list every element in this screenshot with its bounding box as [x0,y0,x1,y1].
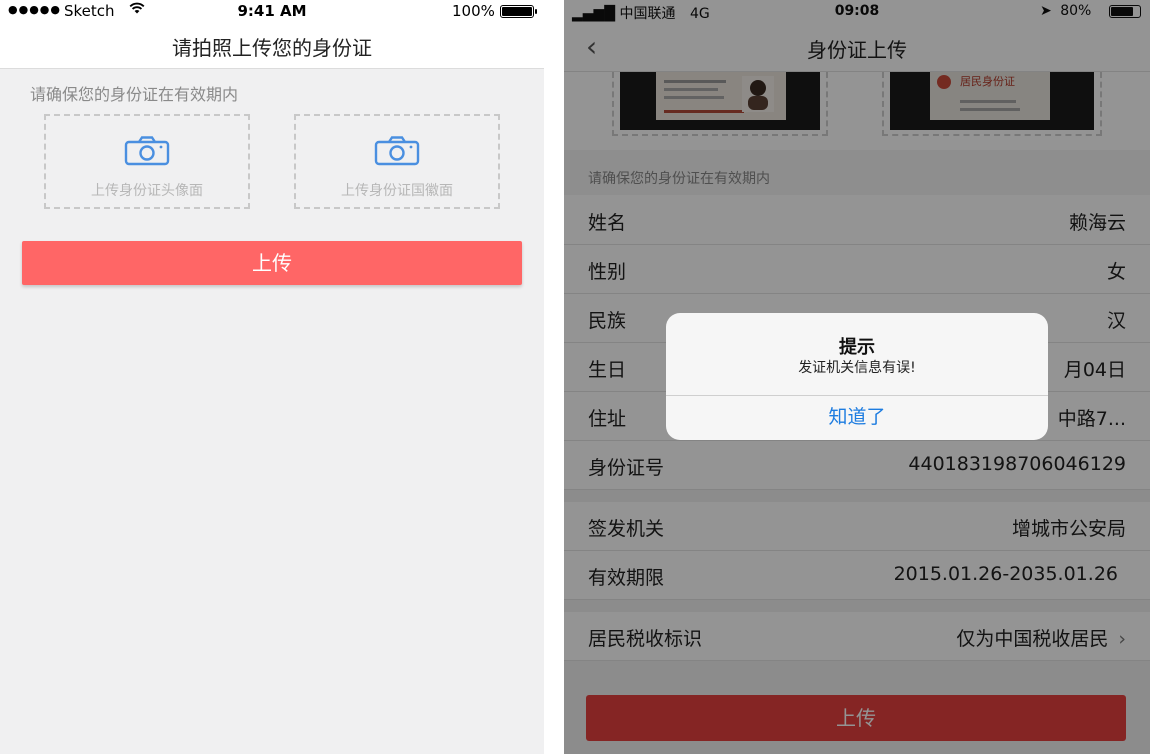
camera-icon [124,136,170,170]
upload-back-box[interactable]: 上传身份证国徽面 [294,114,500,209]
camera-icon [374,136,420,170]
upload-back-label: 上传身份证国徽面 [341,183,453,199]
nav-bar: 请拍照上传您的身份证 [0,22,544,69]
battery-percent: 100% [452,2,495,20]
upload-front-box[interactable]: 上传身份证头像面 [44,114,250,209]
upload-front-label: 上传身份证头像面 [91,183,203,199]
status-bar: ●●●●● Sketch 9:41 AM 100% [0,0,544,22]
battery-fill [502,7,532,16]
dialog-ok-button[interactable]: 知道了 [666,395,1048,440]
dialog-message: 发证机关信息有误! [798,360,916,376]
right-screen: ▂▄▆█ 中国联通 4G 09:08 ➤ 80% ‹ 身份证上传 居民身份证 请… [564,0,1150,754]
battery-icon [500,5,537,18]
left-screen: ●●●●● Sketch 9:41 AM 100% 请拍照上传您的身份证 请确保… [0,0,544,754]
upload-button[interactable]: 上传 [22,241,522,285]
page-title: 请拍照上传您的身份证 [172,36,372,60]
validity-hint: 请确保您的身份证在有效期内 [30,85,239,104]
dialog-title: 提示 [839,337,875,358]
alert-dialog: 提示 发证机关信息有误! 知道了 [666,313,1048,440]
